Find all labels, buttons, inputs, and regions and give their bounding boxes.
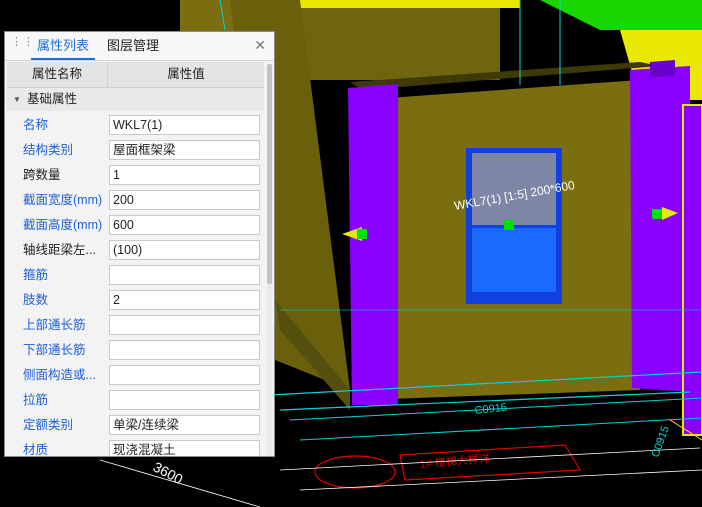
tab-layer-manager[interactable]: 图层管理 bbox=[101, 32, 165, 60]
property-value-field[interactable]: 1 bbox=[109, 165, 260, 185]
property-value-field[interactable] bbox=[109, 340, 260, 360]
property-row[interactable]: 拉筋 bbox=[7, 388, 264, 413]
property-value-field[interactable]: 现浇混凝土 bbox=[109, 440, 260, 456]
grid-header: 属性名称 属性值 bbox=[7, 62, 264, 88]
property-name: 拉筋 bbox=[23, 393, 49, 407]
property-row[interactable]: 结构类别 屋面框架梁 bbox=[7, 138, 264, 163]
property-row[interactable]: 名称 WKL7(1) bbox=[7, 113, 264, 138]
property-name: 结构类别 bbox=[23, 143, 74, 157]
property-row[interactable]: 跨数量 1 bbox=[7, 163, 264, 188]
property-row[interactable]: 上部通长筋 bbox=[7, 313, 264, 338]
property-value-field[interactable]: WKL7(1) bbox=[109, 115, 260, 135]
property-row[interactable]: 下部通长筋 bbox=[7, 338, 264, 363]
property-name: 轴线距梁左... bbox=[23, 243, 96, 257]
property-value-field[interactable] bbox=[109, 390, 260, 410]
window-glass-lower bbox=[472, 228, 556, 292]
property-value-field[interactable]: 2 bbox=[109, 290, 260, 310]
property-row[interactable]: 箍筋 bbox=[7, 263, 264, 288]
property-value-field[interactable]: 600 bbox=[109, 215, 260, 235]
collapse-arrow-icon[interactable]: ▼ bbox=[13, 88, 21, 111]
property-row[interactable]: 肢数 2 bbox=[7, 288, 264, 313]
yellow-slab-edge bbox=[300, 0, 520, 8]
property-value-field[interactable]: 200 bbox=[109, 190, 260, 210]
property-name: 肢数 bbox=[23, 293, 49, 307]
property-row[interactable]: 侧面构造或... bbox=[7, 363, 264, 388]
property-name: 截面高度(mm) bbox=[23, 218, 103, 232]
property-name: 定额类别 bbox=[23, 418, 74, 432]
property-name: 截面宽度(mm) bbox=[23, 193, 103, 207]
panel-tabbar: ⋮⋮ 属性列表 图层管理 ✕ bbox=[5, 32, 274, 61]
property-name: 侧面构造或... bbox=[23, 368, 96, 382]
column-far-right bbox=[682, 104, 702, 436]
property-name: 下部通长筋 bbox=[23, 343, 86, 357]
property-name: 材质 bbox=[23, 443, 49, 457]
column-left bbox=[348, 84, 398, 405]
property-panel: ⋮⋮ 属性列表 图层管理 ✕ 属性名称 属性值 ▼ 基础属性 名称 WKL7(1)… bbox=[4, 31, 275, 457]
column-header-value: 属性值 bbox=[167, 67, 205, 81]
property-name: 跨数量 bbox=[23, 168, 61, 182]
property-value-field[interactable] bbox=[109, 315, 260, 335]
property-row[interactable]: 材质 现浇混凝土 bbox=[7, 438, 264, 457]
drag-handle-icon[interactable]: ⋮⋮ bbox=[11, 37, 34, 52]
grip-left[interactable] bbox=[357, 229, 367, 239]
property-value-field[interactable] bbox=[109, 365, 260, 385]
property-name: 箍筋 bbox=[23, 268, 49, 282]
property-row[interactable]: 定额类别 单梁/连续梁 bbox=[7, 413, 264, 438]
grip-right[interactable] bbox=[652, 209, 662, 219]
column-right bbox=[630, 66, 690, 392]
panel-scrollbar[interactable] bbox=[267, 64, 272, 456]
group-label: 基础属性 bbox=[27, 92, 78, 106]
tab-property-list[interactable]: 属性列表 bbox=[31, 32, 96, 60]
property-name: 名称 bbox=[23, 118, 49, 132]
group-basic-props[interactable]: ▼ 基础属性 bbox=[7, 88, 264, 111]
property-row[interactable]: 截面高度(mm) 600 bbox=[7, 213, 264, 238]
property-value-field[interactable] bbox=[109, 265, 260, 285]
column-header-name: 属性名称 bbox=[7, 62, 108, 87]
property-value-field[interactable]: (100) bbox=[109, 240, 260, 260]
window-grip[interactable] bbox=[504, 220, 514, 230]
close-icon[interactable]: ✕ bbox=[254, 37, 266, 54]
property-row[interactable]: 截面宽度(mm) 200 bbox=[7, 188, 264, 213]
property-row[interactable]: 轴线距梁左... (100) bbox=[7, 238, 264, 263]
far-wall-mid bbox=[300, 0, 500, 80]
property-value-field[interactable]: 单梁/连续梁 bbox=[109, 415, 260, 435]
scrollbar-thumb[interactable] bbox=[267, 64, 272, 284]
property-name: 上部通长筋 bbox=[23, 318, 86, 332]
property-value-field[interactable]: 屋面框架梁 bbox=[109, 140, 260, 160]
